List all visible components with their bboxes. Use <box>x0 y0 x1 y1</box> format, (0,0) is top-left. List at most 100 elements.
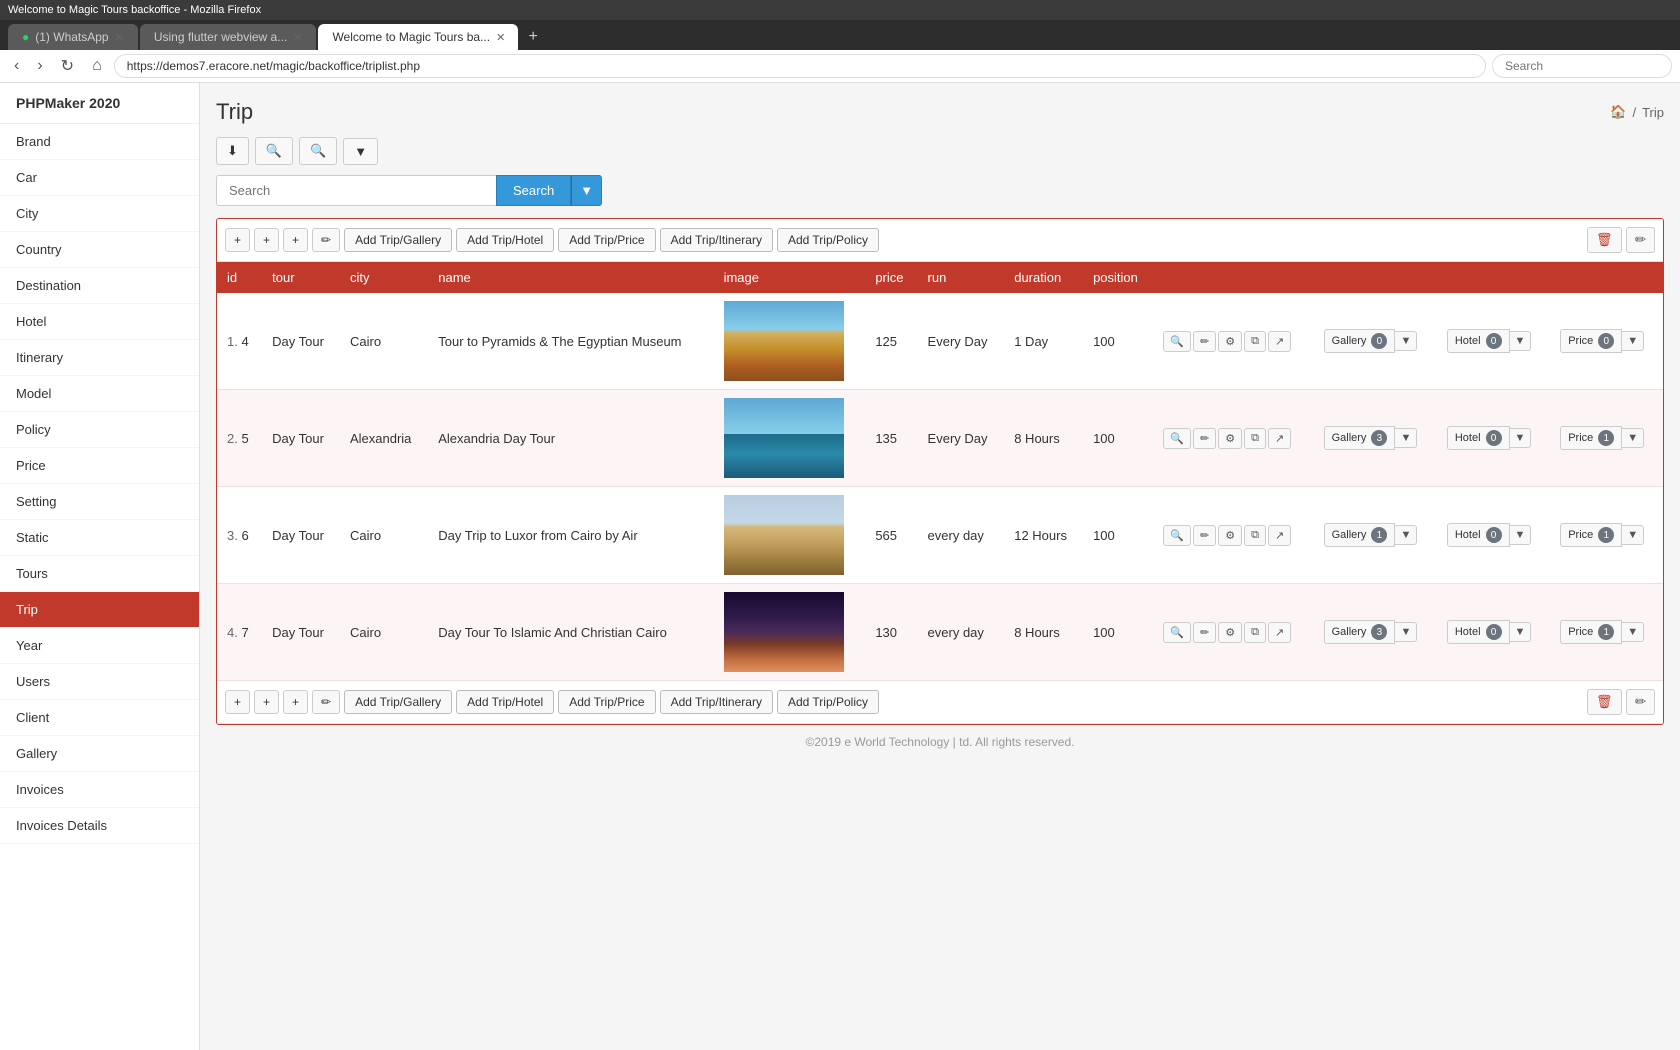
gallery-dropdown-button[interactable]: ▼ <box>1395 428 1417 448</box>
row-copy-button[interactable]: ⧉ <box>1244 331 1266 352</box>
search-button[interactable]: Search <box>496 175 571 206</box>
sidebar-item-trip[interactable]: Trip <box>0 592 199 628</box>
gallery-dropdown-button[interactable]: ▼ <box>1395 622 1417 642</box>
sidebar-item-city[interactable]: City <box>0 196 199 232</box>
add-trip-policy-button[interactable]: Add Trip/Policy <box>777 228 879 252</box>
delete-button[interactable]: 🗑 <box>1587 227 1622 253</box>
row-copy-button[interactable]: ⧉ <box>1244 428 1266 449</box>
sidebar-item-hotel[interactable]: Hotel <box>0 304 199 340</box>
gallery-dropdown-button[interactable]: ▼ <box>1395 525 1417 545</box>
sidebar-item-country[interactable]: Country <box>0 232 199 268</box>
export-button[interactable]: ⬇ <box>216 137 249 165</box>
sidebar-item-invoices[interactable]: Invoices <box>0 772 199 808</box>
sidebar-item-itinerary[interactable]: Itinerary <box>0 340 199 376</box>
row-settings-button[interactable]: ⚙ <box>1218 525 1242 546</box>
back-button[interactable]: ‹ <box>8 55 25 77</box>
row-edit-button[interactable]: ✏ <box>1193 622 1216 643</box>
breadcrumb-home-link[interactable]: 🏠 <box>1610 104 1626 120</box>
bottom-add-trip-price-button[interactable]: Add Trip/Price <box>558 690 655 714</box>
sidebar-item-static[interactable]: Static <box>0 520 199 556</box>
hotel-button[interactable]: Hotel 0 <box>1447 329 1510 353</box>
sidebar-item-destination[interactable]: Destination <box>0 268 199 304</box>
url-bar[interactable] <box>114 54 1486 78</box>
bottom-edit-button[interactable]: ✏ <box>312 690 340 714</box>
row-copy-button[interactable]: ⧉ <box>1244 622 1266 643</box>
row-edit-button[interactable]: ✏ <box>1193 331 1216 352</box>
hotel-button[interactable]: Hotel 0 <box>1447 620 1510 644</box>
row-view-button[interactable]: 🔍 <box>1163 622 1191 643</box>
sidebar-item-brand[interactable]: Brand <box>0 124 199 160</box>
bottom-delete-button[interactable]: 🗑 <box>1587 689 1622 715</box>
close-icon[interactable]: ✕ <box>293 31 302 44</box>
tab-magic[interactable]: Welcome to Magic Tours ba... ✕ <box>318 24 518 50</box>
row-export-button[interactable]: ↗ <box>1268 622 1291 643</box>
sidebar-item-policy[interactable]: Policy <box>0 412 199 448</box>
gallery-button[interactable]: Gallery 3 <box>1324 620 1396 644</box>
price-button[interactable]: Price 1 <box>1560 620 1622 644</box>
bottom-add-trip-hotel-button[interactable]: Add Trip/Hotel <box>456 690 554 714</box>
price-button[interactable]: Price 0 <box>1560 329 1622 353</box>
bottom-add-trip-itinerary-button[interactable]: Add Trip/Itinerary <box>660 690 773 714</box>
tab-flutter[interactable]: Using flutter webview a... ✕ <box>140 24 317 50</box>
add-multi-button[interactable]: + <box>254 228 279 252</box>
sidebar-item-car[interactable]: Car <box>0 160 199 196</box>
sidebar-item-tours[interactable]: Tours <box>0 556 199 592</box>
row-edit-button[interactable]: ✏ <box>1193 428 1216 449</box>
bottom-add-multi2-button[interactable]: + <box>283 690 308 714</box>
price-dropdown-button[interactable]: ▼ <box>1622 428 1644 448</box>
home-button[interactable]: ⌂ <box>86 55 108 77</box>
close-icon[interactable]: ✕ <box>115 31 124 44</box>
row-edit-button[interactable]: ✏ <box>1193 525 1216 546</box>
add-trip-price-button[interactable]: Add Trip/Price <box>558 228 655 252</box>
bottom-add-multi-button[interactable]: + <box>254 690 279 714</box>
close-icon[interactable]: ✕ <box>496 31 505 44</box>
sidebar-item-year[interactable]: Year <box>0 628 199 664</box>
row-settings-button[interactable]: ⚙ <box>1218 331 1242 352</box>
add-trip-hotel-button[interactable]: Add Trip/Hotel <box>456 228 554 252</box>
row-view-button[interactable]: 🔍 <box>1163 331 1191 352</box>
row-view-button[interactable]: 🔍 <box>1163 428 1191 449</box>
hotel-dropdown-button[interactable]: ▼ <box>1510 331 1532 351</box>
search-dropdown-button[interactable]: ▼ <box>571 175 602 206</box>
search-toggle-button[interactable]: 🔍 <box>255 137 293 165</box>
bottom-add-trip-policy-button[interactable]: Add Trip/Policy <box>777 690 879 714</box>
sidebar-item-model[interactable]: Model <box>0 376 199 412</box>
browser-search-input[interactable] <box>1492 54 1672 78</box>
gallery-button[interactable]: Gallery 1 <box>1324 523 1396 547</box>
bottom-add-trip-gallery-button[interactable]: Add Trip/Gallery <box>344 690 452 714</box>
new-tab-button[interactable]: + <box>520 24 545 50</box>
reload-button[interactable]: ↻ <box>55 54 80 78</box>
row-export-button[interactable]: ↗ <box>1268 331 1291 352</box>
edit-button[interactable]: ✏ <box>312 228 340 252</box>
add-trip-itinerary-button[interactable]: Add Trip/Itinerary <box>660 228 773 252</box>
hotel-dropdown-button[interactable]: ▼ <box>1510 525 1532 545</box>
gallery-dropdown-button[interactable]: ▼ <box>1395 331 1417 351</box>
row-settings-button[interactable]: ⚙ <box>1218 622 1242 643</box>
sidebar-item-setting[interactable]: Setting <box>0 484 199 520</box>
price-dropdown-button[interactable]: ▼ <box>1622 622 1644 642</box>
bottom-add-button[interactable]: + <box>225 690 250 714</box>
row-export-button[interactable]: ↗ <box>1268 525 1291 546</box>
sidebar-item-client[interactable]: Client <box>0 700 199 736</box>
forward-button[interactable]: › <box>31 55 48 77</box>
sidebar-item-gallery[interactable]: Gallery <box>0 736 199 772</box>
search-input[interactable] <box>216 175 496 206</box>
sidebar-item-invoices-details[interactable]: Invoices Details <box>0 808 199 844</box>
filter-button[interactable]: ▼ <box>343 138 378 165</box>
hotel-button[interactable]: Hotel 0 <box>1447 523 1510 547</box>
edit-all-button[interactable]: ✏ <box>1626 227 1655 253</box>
add-multi2-button[interactable]: + <box>283 228 308 252</box>
sidebar-item-price[interactable]: Price <box>0 448 199 484</box>
row-view-button[interactable]: 🔍 <box>1163 525 1191 546</box>
row-settings-button[interactable]: ⚙ <box>1218 428 1242 449</box>
row-copy-button[interactable]: ⧉ <box>1244 525 1266 546</box>
hotel-dropdown-button[interactable]: ▼ <box>1510 622 1532 642</box>
price-dropdown-button[interactable]: ▼ <box>1622 331 1644 351</box>
tab-whatsapp[interactable]: ● (1) WhatsApp ✕ <box>8 24 138 50</box>
price-button[interactable]: Price 1 <box>1560 523 1622 547</box>
add-button[interactable]: + <box>225 228 250 252</box>
gallery-button[interactable]: Gallery 0 <box>1324 329 1396 353</box>
price-dropdown-button[interactable]: ▼ <box>1622 525 1644 545</box>
add-trip-gallery-button[interactable]: Add Trip/Gallery <box>344 228 452 252</box>
price-button[interactable]: Price 1 <box>1560 426 1622 450</box>
